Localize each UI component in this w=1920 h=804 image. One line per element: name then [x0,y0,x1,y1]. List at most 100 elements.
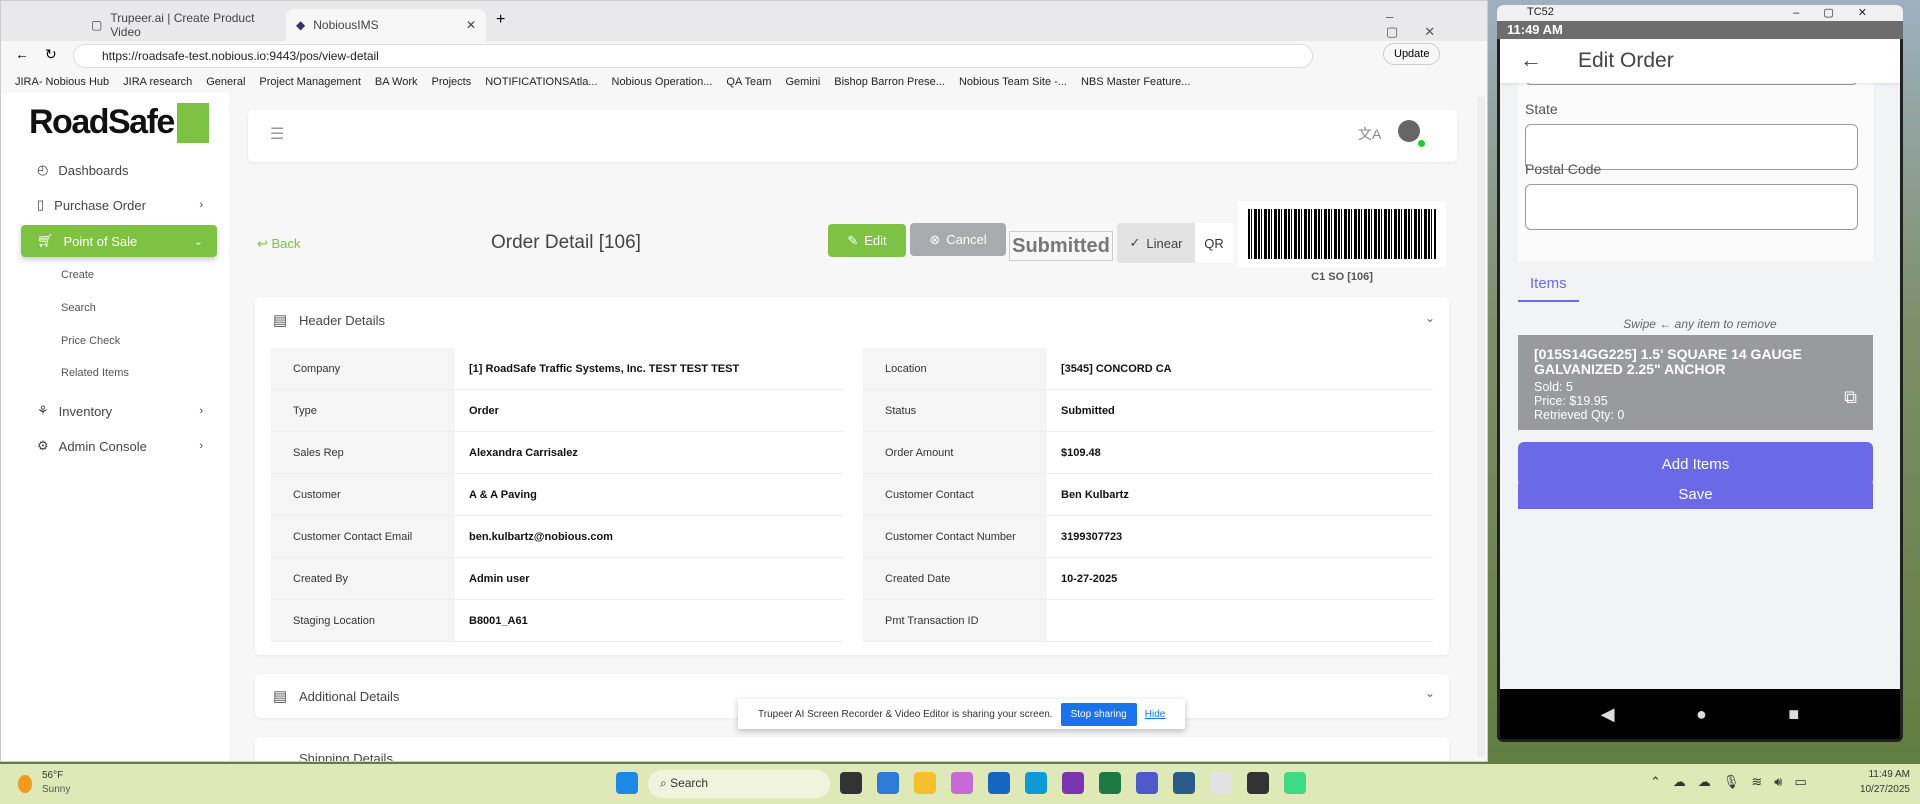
save-button[interactable]: Save [1518,479,1873,509]
sidebar-item-point-of-sale[interactable]: 🛒︎ Point of Sale ⌄ [21,225,217,257]
sidebar: RoadSafe ◴ Dashboards ▯ Purchase Order › 🛒︎… [1,93,229,761]
field-label: Company [271,348,455,389]
site-icon: ◆ [296,18,306,32]
table-row: Location [3545] CONCORD CA [863,348,1433,390]
clock-date[interactable]: 10/27/2025 [1850,784,1910,795]
clock-time[interactable]: 11:49 AM [1850,769,1910,780]
hamburger-menu-icon[interactable]: ☰ [270,124,284,144]
onenote-icon[interactable] [1062,772,1084,794]
nav-recents-icon[interactable]: ■ [1788,704,1799,725]
store-icon[interactable] [988,772,1010,794]
chevron-down-icon[interactable]: ⌄ [1425,311,1435,325]
app-icon[interactable] [840,772,862,794]
field-label: Created By [271,558,455,599]
field-label: Sales Rep [271,432,455,473]
bookmark-item[interactable]: General [206,76,245,88]
field-value: $109.48 [1047,432,1433,473]
back-arrow-icon[interactable]: ← [1520,47,1542,73]
bookmarks-bar: JIRA- Nobious Hub JIRA research General Pro… [1,71,1487,93]
order-item-card[interactable]: [015S14GG225] 1.5' SQUARE 14 GAUGE GALVA… [1518,335,1873,430]
copilot-icon[interactable] [951,772,973,794]
field-value [1047,600,1433,641]
scrollbar[interactable] [1477,97,1485,757]
reload-icon[interactable]: ↻ [45,46,57,63]
bookmark-item[interactable]: QA Team [726,76,771,88]
cancel-button[interactable]: ⊗ Cancel [910,223,1006,256]
browser-window: ▢ Trupeer.ai | Create Product Video ◆ Nobi… [0,0,1488,762]
bookmark-item[interactable]: Projects [431,76,471,88]
windows-start-icon[interactable] [616,772,638,794]
table-row: Order Amount $109.48 [863,432,1433,474]
outlook-icon[interactable] [877,772,899,794]
sql-icon[interactable] [1173,772,1195,794]
phone-emulator-window: TC52 –▢✕ 11:49 AM ← Edit Order State Post… [1497,5,1903,742]
window-controls[interactable]: –▢✕ [1386,9,1487,40]
file-explorer-icon[interactable] [914,772,936,794]
weather-temp[interactable]: 56°F [42,770,63,781]
copy-icon[interactable]: ⧉ [1844,387,1857,408]
sidebar-item-inventory[interactable]: ⚘ Inventory › [21,395,217,427]
bookmark-item[interactable]: NBS Master Feature... [1081,76,1190,88]
system-tray-icons[interactable]: ⌃☁☁🎙︎≋🔊︎▭ [1650,774,1819,790]
url-input[interactable]: https://roadsafe-test.nobious.io:9443/po… [73,44,1313,68]
terminal-icon[interactable] [1247,772,1269,794]
sidebar-sub-price-check[interactable]: Price Check [61,335,120,347]
close-icon[interactable]: ✕ [466,18,476,32]
excel-icon[interactable] [1099,772,1121,794]
back-arrow-icon[interactable]: ← [15,46,29,62]
taskbar-search[interactable]: ⌕ Search [648,770,830,798]
teams-icon[interactable] [1136,772,1158,794]
bookmark-item[interactable]: Gemini [785,76,820,88]
bookmark-item[interactable]: Bishop Barron Prese... [834,76,945,88]
shipping-details-card[interactable]: Shipping Details [255,737,1449,761]
back-link[interactable]: ↩ Back [257,236,300,252]
field-value: Order [455,390,843,431]
new-tab-icon[interactable]: + [496,11,505,29]
logo-mark-icon [177,103,209,143]
bookmark-item[interactable]: NOTIFICATIONSAtla... [485,76,597,88]
stop-sharing-button[interactable]: Stop sharing [1060,702,1137,726]
sidebar-item-dashboards[interactable]: ◴ Dashboards [21,154,217,186]
back-label: Back [271,236,301,251]
items-tab[interactable]: Items [1518,275,1579,302]
translate-icon[interactable]: 文A [1358,124,1381,144]
postal-code-input[interactable] [1525,184,1858,230]
table-row: Type Order [271,390,843,432]
bookmark-item[interactable]: JIRA- Nobious Hub [15,76,109,88]
window-controls[interactable]: –▢✕ [1793,6,1891,19]
swipe-hint: Swipe ← any item to remove [1623,317,1777,331]
chevron-down-icon[interactable]: ⌄ [1425,686,1435,700]
bookmark-item[interactable]: JIRA research [123,76,192,88]
bookmark-item[interactable]: Nobious Operation... [612,76,713,88]
field-value: Alexandra Carrisalez [455,432,843,473]
item-sold: Sold: 5 [1534,380,1573,394]
nav-back-icon[interactable]: ◀ [1601,704,1615,725]
linear-toggle[interactable]: ✓ Linear [1117,223,1195,263]
cancel-circle-icon: ⊗ [929,231,941,247]
user-avatar-icon[interactable] [1398,120,1420,142]
qr-toggle[interactable]: QR [1195,223,1233,263]
edit-button[interactable]: ✎ Edit [828,224,906,257]
item-price: Price: $19.95 [1534,394,1608,408]
bookmark-item[interactable]: Nobious Team Site -... [959,76,1067,88]
app-icon[interactable] [1210,772,1232,794]
edge-icon[interactable] [1025,772,1047,794]
check-icon: ✓ [1129,235,1141,250]
page-title: Order Detail [106] [491,232,641,253]
sidebar-item-admin-console[interactable]: ⚙ Admin Console › [21,430,217,462]
update-button[interactable]: Update [1383,43,1441,65]
document-icon: ▤ [273,688,288,705]
sidebar-sub-search[interactable]: Search [61,302,96,314]
weather-desc[interactable]: Sunny [42,784,70,795]
nav-home-icon[interactable]: ● [1696,704,1707,725]
nav-label: Inventory [58,403,113,419]
bookmark-item[interactable]: Project Management [259,76,361,88]
tab-nobiousims[interactable]: ◆ NobiousIMS ✕ [286,9,486,41]
android-studio-icon[interactable] [1284,772,1306,794]
tab-trupeer[interactable]: ▢ Trupeer.ai | Create Product Video [81,9,281,41]
sidebar-item-purchase-order[interactable]: ▯ Purchase Order › [21,189,217,221]
hide-link[interactable]: Hide [1145,709,1166,720]
sidebar-sub-create[interactable]: Create [61,269,94,281]
sidebar-sub-related-items[interactable]: Related Items [61,367,129,379]
bookmark-item[interactable]: BA Work [375,76,418,88]
